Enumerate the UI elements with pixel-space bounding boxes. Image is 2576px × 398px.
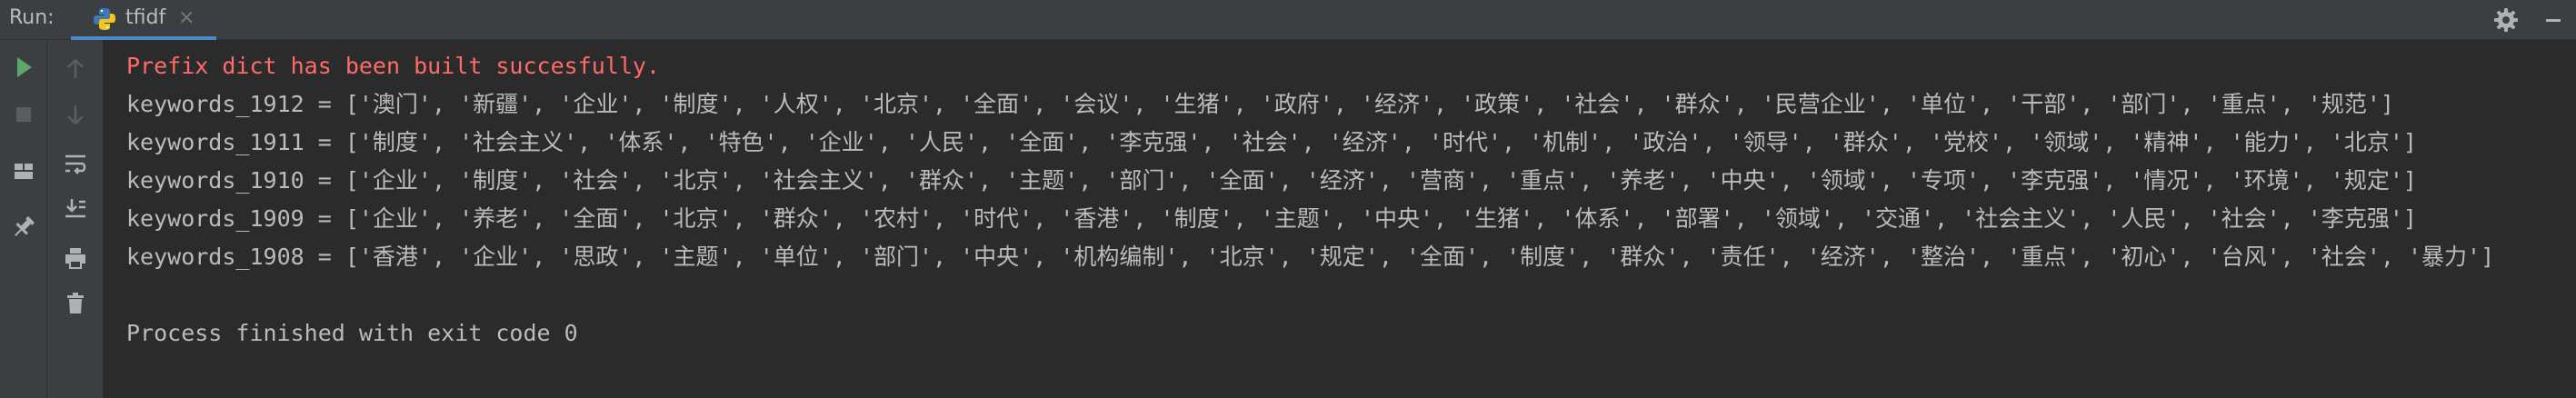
console-toolbar <box>47 40 104 398</box>
minimize-icon[interactable] <box>2538 5 2569 35</box>
trash-icon[interactable] <box>57 285 94 322</box>
console-line: keywords_1909 = ['企业', '养老', '全面', '北京',… <box>126 205 2417 232</box>
console-line: keywords_1912 = ['澳门', '新疆', '企业', '制度',… <box>126 91 2394 117</box>
pin-icon[interactable] <box>5 209 42 245</box>
console-line: Process finished with exit code 0 <box>126 320 578 346</box>
layout-icon[interactable] <box>5 153 42 189</box>
rerun-icon[interactable] <box>5 49 42 85</box>
console-line: Prefix dict has been built succesfully. <box>126 53 660 79</box>
scroll-to-end-icon[interactable] <box>57 191 94 227</box>
run-window-header: Run: tfidf × <box>0 0 2576 40</box>
run-toolbar <box>0 40 47 398</box>
run-tool-window: Run: tfidf × Prefix dict has been built … <box>0 0 2576 398</box>
stop-icon[interactable] <box>5 96 42 133</box>
console-line: keywords_1910 = ['企业', '制度', '社会', '北京',… <box>126 167 2417 194</box>
gear-icon[interactable] <box>2491 5 2521 35</box>
print-icon[interactable] <box>57 240 94 276</box>
python-icon <box>91 5 118 33</box>
tab-tfidf[interactable]: tfidf × <box>71 0 216 40</box>
tab-label: tfidf <box>125 6 166 29</box>
console-output[interactable]: Prefix dict has been built succesfully. … <box>104 40 2576 398</box>
up-arrow-icon[interactable] <box>57 51 94 87</box>
run-label: Run: <box>9 6 55 29</box>
soft-wrap-icon[interactable] <box>57 145 94 182</box>
console-line: keywords_1908 = ['香港', '企业', '思政', '主题',… <box>126 244 2495 270</box>
down-arrow-icon[interactable] <box>57 96 94 133</box>
close-icon[interactable]: × <box>178 0 195 36</box>
console-line: keywords_1911 = ['制度', '社会主义', '体系', '特色… <box>126 129 2417 155</box>
